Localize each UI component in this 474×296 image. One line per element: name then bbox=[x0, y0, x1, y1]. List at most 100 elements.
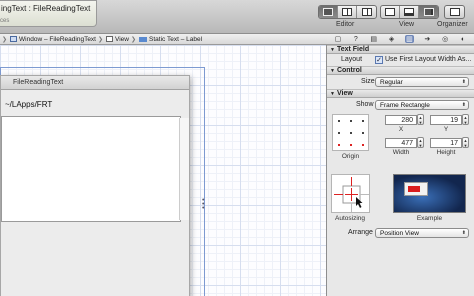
vertical-scrollbar[interactable] bbox=[179, 118, 189, 220]
version-editor-button[interactable] bbox=[357, 6, 376, 18]
breadcrumb-view[interactable]: View bbox=[106, 36, 129, 43]
organizer-button-inner[interactable] bbox=[445, 6, 464, 18]
activity-title: ingText : FileReadingText bbox=[1, 4, 91, 13]
width-stepper[interactable]: ▲ ▼ bbox=[417, 137, 424, 148]
arrange-label: Arrange bbox=[348, 229, 373, 236]
view-icon bbox=[106, 36, 114, 42]
utilities-inspector: ▢ ? ▤ ◈ ▥ ➜ ◎ ◐ ▼ Text Field Layout ✓ Use… bbox=[327, 34, 474, 296]
autosizing-control[interactable] bbox=[331, 174, 370, 213]
view-section-header[interactable]: ▼ View bbox=[327, 89, 474, 98]
organizer-button[interactable] bbox=[444, 5, 465, 19]
width-field[interactable]: 477 bbox=[385, 138, 417, 148]
effects-inspector-tab[interactable]: ◐ bbox=[459, 35, 468, 43]
jump-bar: ❯ Window – FileReadingText ❯ View ❯ Stat… bbox=[0, 34, 327, 45]
text-view[interactable] bbox=[1, 116, 181, 222]
x-label: X bbox=[398, 126, 404, 133]
disclosure-triangle-icon: ▼ bbox=[330, 68, 335, 74]
layout-checkbox[interactable]: ✓ bbox=[375, 56, 383, 64]
activity-viewer: ingText : FileReadingText ces bbox=[0, 0, 97, 27]
breadcrumb-window[interactable]: Window – FileReadingText bbox=[10, 36, 96, 43]
label-icon bbox=[139, 36, 148, 42]
size-inspector-tab[interactable]: ▥ bbox=[404, 35, 414, 43]
attributes-inspector-tab[interactable]: ◈ bbox=[387, 35, 396, 43]
editor-segmented-control[interactable] bbox=[318, 5, 377, 19]
show-row: Show Frame Rectangle ⬍ bbox=[327, 98, 474, 112]
arrange-popup[interactable]: Position View ⬍ bbox=[375, 228, 469, 238]
popup-arrows-icon: ⬍ bbox=[461, 230, 466, 236]
utilities-toggle-button[interactable] bbox=[419, 6, 438, 18]
resize-handle-icon[interactable]: • • • bbox=[202, 197, 208, 212]
example-label: Example bbox=[416, 215, 443, 222]
breadcrumb-view-label: View bbox=[115, 35, 129, 43]
arrange-row: Arrange Position View ⬍ bbox=[327, 226, 474, 240]
autosizing-springs-icon bbox=[334, 177, 369, 212]
popup-arrows-icon: ⬍ bbox=[461, 79, 466, 85]
show-popup[interactable]: Frame Rectangle ⬍ bbox=[375, 100, 469, 110]
standard-editor-button[interactable] bbox=[319, 6, 338, 18]
show-label: Show bbox=[356, 101, 374, 108]
navigator-icon bbox=[385, 8, 395, 16]
x-field[interactable]: 280 bbox=[385, 115, 417, 125]
jump-bar-separator: ❯ bbox=[2, 36, 8, 43]
view-label: View bbox=[399, 21, 415, 28]
control-section-title: Control bbox=[336, 67, 362, 74]
connections-inspector-tab[interactable]: ➜ bbox=[423, 35, 432, 43]
design-window-title: FileReadingText bbox=[1, 76, 189, 90]
example-view bbox=[408, 186, 420, 192]
height-stepper[interactable]: ▲ ▼ bbox=[462, 137, 469, 148]
editor-label: Editor bbox=[336, 21, 355, 28]
layout-row: Layout ✓ Use First Layout Width As... bbox=[327, 54, 474, 66]
navigator-toggle-button[interactable] bbox=[381, 6, 400, 18]
size-popup-value: Regular bbox=[380, 79, 403, 86]
organizer-label: Organizer bbox=[437, 21, 468, 28]
breadcrumb-label[interactable]: Static Text – Label bbox=[139, 36, 202, 43]
size-popup[interactable]: Regular ⬍ bbox=[375, 77, 469, 87]
text-field-section-header[interactable]: ▼ Text Field bbox=[327, 45, 474, 54]
show-popup-value: Frame Rectangle bbox=[380, 102, 430, 109]
organizer-icon bbox=[449, 8, 460, 16]
bindings-inspector-tab[interactable]: ◎ bbox=[441, 35, 450, 43]
text-field-section-title: Text Field bbox=[336, 46, 370, 53]
height-field[interactable]: 17 bbox=[430, 138, 462, 148]
autosizing-row: Autosizing Example bbox=[327, 174, 474, 226]
y-stepper[interactable]: ▲ ▼ bbox=[462, 114, 469, 125]
inspector-tabs: ▢ ? ▤ ◈ ▥ ➜ ◎ ◐ bbox=[327, 34, 474, 45]
interface-builder-canvas[interactable]: • • • FileReadingText ~/LApps/FRT bbox=[0, 45, 327, 296]
assistant-editor-icon bbox=[342, 8, 352, 16]
y-field[interactable]: 19 bbox=[430, 115, 462, 125]
layout-checkbox-label: Use First Layout Width As... bbox=[385, 56, 472, 63]
x-stepper[interactable]: ▲ ▼ bbox=[417, 114, 424, 125]
arrange-popup-value: Position View bbox=[380, 230, 419, 237]
identity-inspector-tab[interactable]: ▤ bbox=[369, 35, 378, 43]
utilities-icon bbox=[423, 8, 434, 16]
standard-editor-icon bbox=[323, 8, 333, 16]
height-label: Height bbox=[436, 149, 456, 156]
disclosure-triangle-icon: ▼ bbox=[330, 91, 335, 97]
width-label: Width bbox=[392, 149, 410, 156]
assistant-editor-button[interactable] bbox=[338, 6, 357, 18]
origin-label: Origin bbox=[341, 153, 360, 160]
toolbar: ingText : FileReadingText ces Editor Vie… bbox=[0, 0, 474, 34]
origin-grid[interactable] bbox=[332, 114, 369, 151]
size-label: Size bbox=[361, 78, 375, 85]
debug-area-toggle-button[interactable] bbox=[400, 6, 419, 18]
popup-arrows-icon: ⬍ bbox=[461, 102, 466, 108]
quick-help-tab[interactable]: ? bbox=[351, 35, 360, 43]
jump-bar-separator: ❯ bbox=[131, 36, 137, 43]
size-row: Size Regular ⬍ bbox=[327, 75, 474, 89]
example-window bbox=[404, 182, 428, 196]
jump-bar-separator: ❯ bbox=[97, 36, 104, 43]
design-window[interactable]: FileReadingText ~/LApps/FRT bbox=[0, 75, 190, 296]
autosizing-label: Autosizing bbox=[335, 215, 365, 222]
file-inspector-tab[interactable]: ▢ bbox=[333, 35, 342, 43]
disclosure-triangle-icon: ▼ bbox=[330, 47, 335, 53]
window-icon bbox=[10, 36, 18, 42]
path-label[interactable]: ~/LApps/FRT bbox=[5, 100, 52, 109]
autosizing-example-preview bbox=[393, 174, 466, 213]
y-label: Y bbox=[443, 126, 449, 133]
debug-area-icon bbox=[404, 8, 414, 16]
view-segmented-control[interactable] bbox=[380, 5, 439, 19]
view-section-title: View bbox=[336, 90, 353, 97]
activity-subtitle: ces bbox=[0, 18, 10, 24]
control-section-header[interactable]: ▼ Control bbox=[327, 66, 474, 75]
